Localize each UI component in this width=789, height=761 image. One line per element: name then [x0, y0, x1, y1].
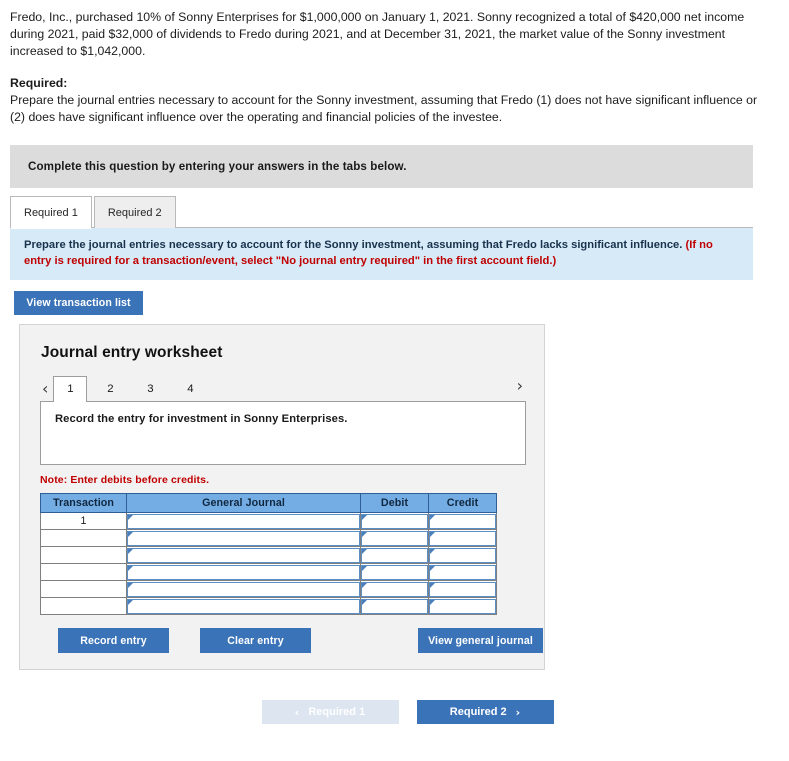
view-transaction-list-wrap: View transaction list — [14, 291, 789, 315]
required-block: Required: Prepare the journal entries ne… — [10, 75, 775, 126]
worksheet-page-4-label: 4 — [187, 383, 194, 395]
required-label: Required: — [10, 76, 68, 90]
column-header-debit: Debit — [360, 493, 429, 513]
credit-cell[interactable] — [428, 597, 497, 615]
credit-cell[interactable] — [428, 546, 497, 564]
tab-required-1[interactable]: Required 1 — [10, 196, 92, 229]
nav-next-label: Required 2 — [449, 706, 507, 718]
column-header-general-journal: General Journal — [126, 493, 361, 513]
tab-required-1-label: Required 1 — [24, 206, 78, 219]
account-select-field[interactable] — [127, 513, 360, 529]
general-journal-cell[interactable] — [126, 546, 361, 564]
debit-cell[interactable] — [360, 597, 429, 615]
nav-next-required-2-button[interactable]: Required 2 › — [416, 700, 554, 724]
debit-input-field[interactable] — [361, 530, 428, 546]
debit-input-field[interactable] — [361, 564, 428, 580]
debit-cell[interactable] — [360, 512, 429, 530]
question-banner-text: Complete this question by entering your … — [28, 160, 407, 173]
credit-input-field[interactable] — [429, 598, 496, 614]
instruction-box: Prepare the journal entries necessary to… — [10, 228, 753, 280]
tab-required-2-label: Required 2 — [107, 206, 162, 219]
transaction-number-cell — [40, 529, 127, 547]
credit-input-field[interactable] — [429, 513, 496, 529]
chevron-left-icon: ‹ — [294, 705, 300, 719]
transaction-number-cell — [40, 563, 127, 581]
account-select-field[interactable] — [127, 598, 360, 614]
worksheet-pager: ‹ 1 2 3 4 › — [40, 375, 526, 402]
account-select-field[interactable] — [127, 547, 360, 563]
worksheet-page-1-label: 1 — [67, 383, 74, 395]
chevron-right-icon[interactable]: › — [515, 378, 526, 398]
worksheet-page-4[interactable]: 4 — [173, 376, 207, 401]
general-journal-cell[interactable] — [126, 563, 361, 581]
tab-required-2[interactable]: Required 2 — [93, 196, 176, 228]
view-general-journal-button[interactable]: View general journal — [418, 628, 543, 653]
debit-input-field[interactable] — [361, 513, 428, 529]
credit-input-field[interactable] — [429, 547, 496, 563]
debit-cell[interactable] — [360, 563, 429, 581]
journal-entry-table: Transaction General Journal Debit Credit… — [40, 493, 497, 615]
table-row — [40, 597, 497, 615]
worksheet-page-3[interactable]: 3 — [133, 376, 167, 401]
table-header-row: Transaction General Journal Debit Credit — [40, 493, 497, 513]
account-select-field[interactable] — [127, 530, 360, 546]
worksheet-page-3-label: 3 — [147, 383, 154, 395]
credit-input-field[interactable] — [429, 530, 496, 546]
table-row — [40, 580, 497, 598]
nav-previous-required-1-button[interactable]: ‹ Required 1 — [261, 700, 399, 724]
worksheet-title: Journal entry worksheet — [41, 344, 223, 361]
bottom-navigation: ‹ Required 1 Required 2 › — [0, 700, 789, 724]
general-journal-cell[interactable] — [126, 597, 361, 615]
entry-description-text: Record the entry for investment in Sonny… — [55, 413, 348, 425]
transaction-number-cell — [40, 580, 127, 598]
table-row: 1 — [40, 512, 497, 530]
credit-cell[interactable] — [428, 563, 497, 581]
view-transaction-list-button[interactable]: View transaction list — [14, 291, 143, 315]
nav-previous-label: Required 1 — [308, 706, 366, 718]
account-select-field[interactable] — [127, 581, 360, 597]
general-journal-cell[interactable] — [126, 580, 361, 598]
credit-input-field[interactable] — [429, 564, 496, 580]
worksheet-page-1[interactable]: 1 — [53, 376, 88, 402]
record-entry-button[interactable]: Record entry — [58, 628, 169, 653]
instruction-main: Prepare the journal entries necessary to… — [24, 239, 683, 251]
debit-cell[interactable] — [360, 580, 429, 598]
required-tabstrip: Required 1 Required 2 — [10, 195, 753, 229]
credit-cell[interactable] — [428, 512, 497, 530]
journal-entry-worksheet-panel: Journal entry worksheet ‹ 1 2 3 4 › Reco… — [19, 324, 545, 670]
debit-cell[interactable] — [360, 546, 429, 564]
credit-input-field[interactable] — [429, 581, 496, 597]
table-row — [40, 529, 497, 547]
credit-cell[interactable] — [428, 529, 497, 547]
question-banner: Complete this question by entering your … — [10, 145, 753, 188]
table-row — [40, 563, 497, 581]
required-text: Prepare the journal entries necessary to… — [10, 93, 758, 124]
chevron-left-icon[interactable]: ‹ — [40, 381, 53, 401]
problem-paragraph: Fredo, Inc., purchased 10% of Sonny Ente… — [10, 10, 745, 58]
transaction-number-cell: 1 — [40, 512, 127, 530]
column-header-transaction: Transaction — [40, 493, 127, 513]
transaction-number-cell — [40, 546, 127, 564]
problem-statement: Fredo, Inc., purchased 10% of Sonny Ente… — [0, 0, 789, 126]
clear-entry-button[interactable]: Clear entry — [200, 628, 311, 653]
worksheet-actions: Record entry Clear entry View general jo… — [40, 628, 543, 653]
worksheet-page-2[interactable]: 2 — [93, 376, 127, 401]
debits-before-credits-note: Note: Enter debits before credits. — [40, 474, 210, 486]
credit-cell[interactable] — [428, 580, 497, 598]
column-header-credit: Credit — [428, 493, 497, 513]
general-journal-cell[interactable] — [126, 529, 361, 547]
transaction-number-cell — [40, 597, 127, 615]
general-journal-cell[interactable] — [126, 512, 361, 530]
chevron-right-icon: › — [515, 705, 521, 719]
account-select-field[interactable] — [127, 564, 360, 580]
entry-description-box: Record the entry for investment in Sonny… — [40, 401, 526, 465]
debit-input-field[interactable] — [361, 581, 428, 597]
table-row — [40, 546, 497, 564]
debit-input-field[interactable] — [361, 547, 428, 563]
debit-input-field[interactable] — [361, 598, 428, 614]
worksheet-page-2-label: 2 — [107, 383, 114, 395]
debit-cell[interactable] — [360, 529, 429, 547]
